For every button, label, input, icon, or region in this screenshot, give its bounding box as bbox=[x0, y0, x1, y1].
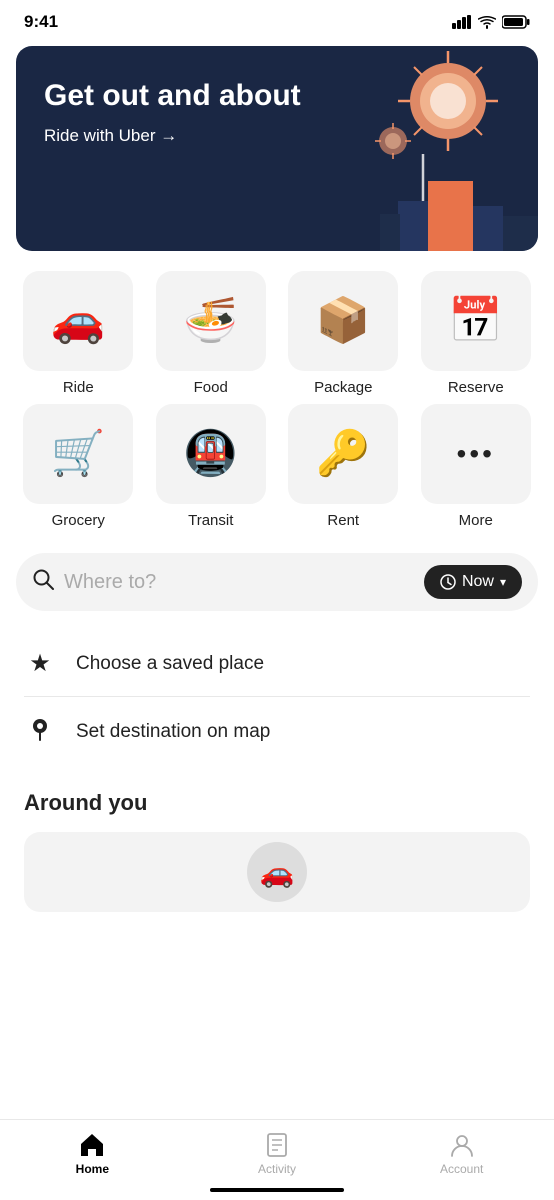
rent-icon-box: 🔑 bbox=[288, 404, 398, 504]
more-icon-box: ••• bbox=[421, 404, 531, 504]
service-item-ride[interactable]: 🚗 Ride bbox=[16, 271, 141, 396]
account-icon bbox=[449, 1132, 475, 1158]
around-you-card-icon: 🚗 bbox=[247, 842, 307, 902]
service-grid: 🚗 Ride 🍜 Food 📦 Package 📅 Reserve 🛒 Groc… bbox=[0, 271, 554, 529]
tab-home[interactable]: Home bbox=[0, 1132, 185, 1176]
search-bar[interactable]: Where to? Now ▾ bbox=[16, 553, 538, 611]
tab-bar: Home Activity Account bbox=[0, 1119, 554, 1200]
service-item-package[interactable]: 📦 Package bbox=[281, 271, 406, 396]
food-icon-box: 🍜 bbox=[156, 271, 266, 371]
tab-account[interactable]: Account bbox=[369, 1132, 554, 1176]
map-destination-action[interactable]: Set destination on map bbox=[0, 697, 554, 766]
around-you-title: Around you bbox=[24, 790, 530, 816]
rent-label: Rent bbox=[327, 512, 359, 529]
ride-icon-box: 🚗 bbox=[23, 271, 133, 371]
saved-place-action[interactable]: ★ Choose a saved place bbox=[0, 631, 554, 696]
search-icon bbox=[32, 568, 54, 596]
home-icon bbox=[78, 1132, 106, 1158]
home-indicator bbox=[210, 1188, 344, 1192]
hero-title: Get out and about bbox=[44, 78, 304, 114]
service-item-grocery[interactable]: 🛒 Grocery bbox=[16, 404, 141, 529]
service-item-rent[interactable]: 🔑 Rent bbox=[281, 404, 406, 529]
more-label: More bbox=[459, 512, 493, 529]
service-item-reserve[interactable]: 📅 Reserve bbox=[414, 271, 539, 396]
transit-icon-box: 🚇 bbox=[156, 404, 266, 504]
fireworks-decoration bbox=[318, 46, 538, 251]
around-you-card[interactable]: 🚗 bbox=[24, 832, 530, 912]
grocery-icon-box: 🛒 bbox=[23, 404, 133, 504]
status-icons bbox=[452, 15, 530, 29]
signal-icon bbox=[452, 15, 472, 29]
tab-activity-label: Activity bbox=[258, 1162, 296, 1176]
car-icon: 🚗 bbox=[260, 856, 295, 889]
package-label: Package bbox=[314, 379, 372, 396]
service-item-more[interactable]: ••• More bbox=[414, 404, 539, 529]
status-time: 9:41 bbox=[24, 12, 58, 32]
map-pin-icon bbox=[24, 715, 56, 748]
reserve-label: Reserve bbox=[448, 379, 504, 396]
wifi-icon bbox=[478, 15, 496, 29]
transit-emoji: 🚇 bbox=[183, 432, 238, 476]
reserve-emoji: 📅 bbox=[448, 299, 503, 343]
clock-icon bbox=[440, 574, 456, 590]
service-item-food[interactable]: 🍜 Food bbox=[149, 271, 274, 396]
package-icon-box: 📦 bbox=[288, 271, 398, 371]
around-you-section: Around you 🚗 bbox=[0, 766, 554, 928]
star-icon: ★ bbox=[24, 649, 56, 678]
hero-banner[interactable]: Get out and about Ride with Uber → bbox=[16, 46, 538, 251]
chevron-down-icon: ▾ bbox=[500, 575, 506, 589]
tab-account-label: Account bbox=[440, 1162, 483, 1176]
search-placeholder: Where to? bbox=[64, 571, 424, 594]
hero-decoration bbox=[318, 46, 538, 251]
food-emoji: 🍜 bbox=[183, 299, 238, 343]
tab-home-label: Home bbox=[76, 1162, 109, 1176]
activity-icon bbox=[264, 1132, 290, 1158]
more-dots: ••• bbox=[457, 438, 495, 470]
now-button[interactable]: Now ▾ bbox=[424, 565, 522, 599]
map-destination-label: Set destination on map bbox=[76, 721, 270, 743]
transit-label: Transit bbox=[188, 512, 233, 529]
reserve-icon-box: 📅 bbox=[421, 271, 531, 371]
tab-activity[interactable]: Activity bbox=[185, 1132, 370, 1176]
package-emoji: 📦 bbox=[316, 299, 371, 343]
saved-place-label: Choose a saved place bbox=[76, 653, 264, 675]
food-label: Food bbox=[194, 379, 228, 396]
grocery-emoji: 🛒 bbox=[51, 432, 106, 476]
ride-emoji: 🚗 bbox=[51, 299, 106, 343]
grocery-label: Grocery bbox=[52, 512, 105, 529]
service-item-transit[interactable]: 🚇 Transit bbox=[149, 404, 274, 529]
rent-emoji: 🔑 bbox=[316, 432, 371, 476]
now-label: Now bbox=[462, 573, 494, 591]
ride-label: Ride bbox=[63, 379, 94, 396]
battery-icon bbox=[502, 15, 530, 29]
status-bar: 9:41 bbox=[0, 0, 554, 40]
